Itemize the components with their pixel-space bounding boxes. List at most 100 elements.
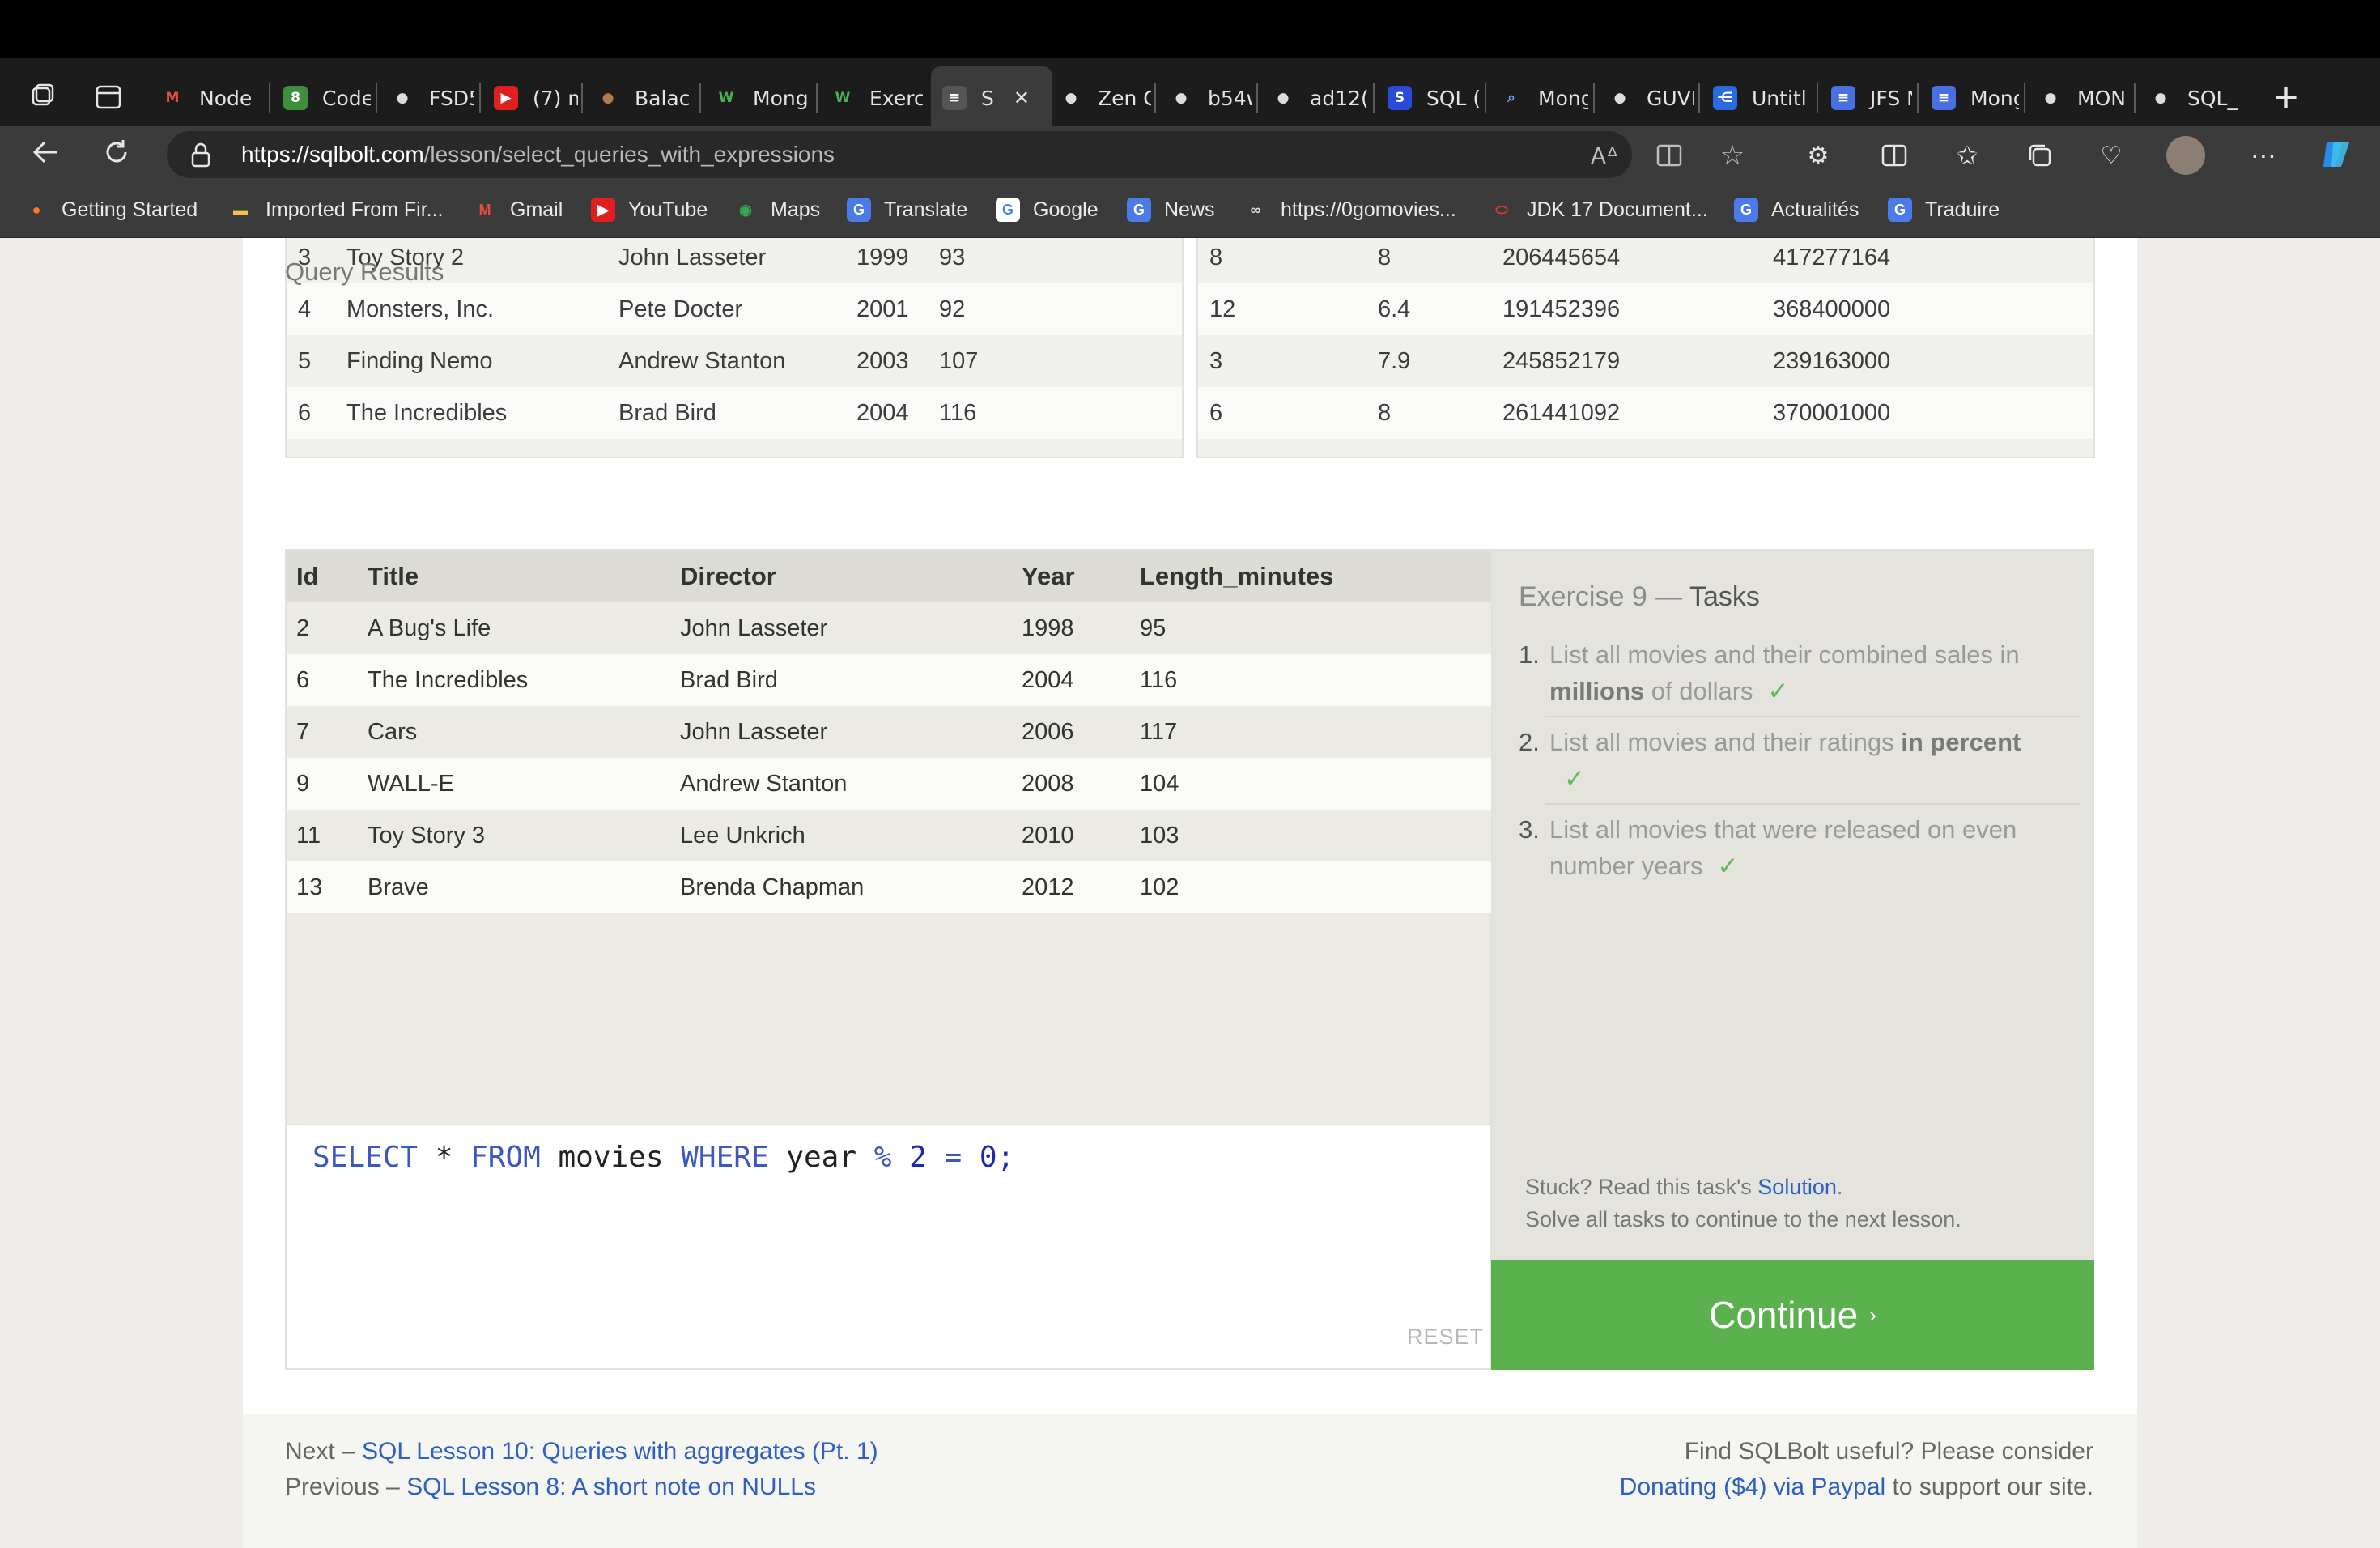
bookmark-item[interactable]: ▬ Imported From Fir... [228,189,443,230]
close-tab-icon[interactable]: ✕ [1014,87,1030,109]
tab-label: ad12( [1310,86,1368,110]
support-text: Find SQLBolt useful? Please consider [1685,1438,2093,1465]
table-cell: Brad Bird [607,387,845,439]
solution-link[interactable]: Solution [1757,1175,1837,1199]
tab[interactable]: ⌕ Mong [1488,66,1588,130]
favorites-icon[interactable]: ✩ [1949,138,1985,173]
bookmark-item[interactable]: ∞ https://0gomovies... [1243,189,1456,230]
tab-actions-icon[interactable] [91,79,126,115]
previous-lesson-link[interactable]: SQL Lesson 8: A short note on NULLs [406,1474,816,1500]
split-screen-icon[interactable] [1876,138,1912,173]
tab-separator [479,83,481,113]
new-tab-icon[interactable]: + [2268,79,2304,116]
browser-essentials-icon[interactable]: ♡ [2093,138,2129,173]
continue-button[interactable]: Continue › [1491,1260,2094,1370]
bookmark-item[interactable]: ◉ Maps [733,189,820,230]
tab[interactable]: W Mong [703,66,811,130]
table-cell: 11 [287,810,358,861]
table-cell: 6 [287,387,335,439]
table-cell: 9 [287,758,358,810]
table-row: 6 8 261441092 370001000 [1198,387,2093,439]
table-cell: 107 [928,335,1182,387]
tab[interactable]: ● ad12( [1260,66,1368,130]
tab[interactable]: ● MON [2027,66,2129,130]
tab[interactable]: ● b54w [1158,66,1252,130]
table-cell: 261441092 [1491,387,1762,439]
table-cell: 2010 [1012,810,1130,861]
boxoffice-table-frame[interactable]: 8 8 206445654 417277164 12 6.4 191452396 368400… [1196,238,2095,458]
table-cell: 6 [287,654,358,706]
lock-icon[interactable] [186,139,215,170]
bookmark-item[interactable]: ⬭ JDK 17 Document... [1490,189,1707,230]
column-header: Director [670,551,1012,602]
sql-query-text[interactable]: SELECT * FROM movies WHERE year % 2 = 0; [312,1135,1014,1180]
workspaces-icon[interactable] [24,79,60,115]
tab-label: b54w [1208,86,1252,110]
tab[interactable]: ● GUVI [1596,66,1694,130]
table-cell: 2001 [845,283,928,335]
table-cell: John Lasseter [607,238,845,283]
profile-avatar[interactable] [2166,136,2205,175]
tab[interactable]: ≡ Mong [1920,66,2019,130]
bookmark-item[interactable]: M Gmail [473,189,563,230]
tab-separator [1593,83,1595,113]
table-header-row: Id Title Director Year Length_minutes [287,551,1491,602]
back-icon[interactable] [28,134,63,170]
tab[interactable]: S SQL ( [1376,66,1480,130]
previous-lesson: Previous – SQL Lesson 8: A short note on… [285,1474,816,1501]
boxoffice-table: 8 8 206445654 417277164 12 6.4 191452396 368400… [1198,238,2093,457]
tab[interactable]: ≡ S ✕ [931,66,1052,130]
url-text[interactable]: https://sqlbolt.com/lesson/select_querie… [241,138,835,172]
extensions-icon[interactable]: ⚙ [1800,138,1836,173]
collections-icon[interactable] [2022,138,2058,173]
reset-button[interactable]: RESET [1407,1325,1484,1350]
copilot-icon[interactable] [2317,134,2357,175]
table-row-cut [1198,439,2093,457]
table-cell: 2006 [1012,706,1130,758]
column-header: Length_minutes [1130,551,1491,602]
tab-label: JFS N [1870,86,1912,110]
table-cell: 191452396 [1491,283,1762,335]
bookmark-item[interactable]: G News [1127,189,1215,230]
bookmark-item[interactable]: ▶ YouTube [591,189,708,230]
bookmark-item[interactable]: G Actualités [1734,189,1859,230]
tab[interactable]: ⋲ Untitl [1702,66,1812,130]
immersive-reader-icon[interactable] [1651,138,1687,173]
bookmark-label: Getting Started [62,198,198,221]
favorite-star-icon[interactable]: ☆ [1715,138,1750,173]
table-cell: Pete Docter [607,283,845,335]
tab[interactable]: ● Balac [584,66,695,130]
tab[interactable]: ▶ (7) m [482,66,578,130]
sqlbolt-icon: ≡ [942,86,967,110]
refresh-icon[interactable] [99,134,134,170]
bookmark-item[interactable]: G Traduire [1888,189,2000,230]
google-icon: G [996,198,1020,222]
table-cell [287,439,1182,457]
tab[interactable]: ● FSD5 [379,66,474,130]
table-cell: 7 [287,706,358,758]
tab-label: SQL ( [1426,86,1480,110]
tab[interactable]: ● Zen C [1048,66,1151,130]
table-cell: 2004 [845,387,928,439]
read-aloud-icon[interactable]: Aᐞ [1587,138,1622,173]
youtube-icon: ▶ [591,198,615,222]
bookmark-item[interactable]: ● Getting Started [24,189,198,230]
tab-label: Code [322,86,371,110]
tab[interactable]: M Node [149,66,256,130]
table-cell: Monsters, Inc. [335,283,607,335]
tab[interactable]: ● SQL_ [2137,66,2241,130]
tab[interactable]: W Exerc [819,66,923,130]
table-cell: 1999 [845,238,928,283]
settings-more-icon[interactable]: ⋯ [2246,138,2281,173]
table-cell: 116 [928,387,1182,439]
tab[interactable]: ≡ JFS N [1820,66,1912,130]
tab[interactable]: 8 Code [272,66,371,130]
donate-link[interactable]: Donating ($4) via Paypal [1620,1474,1886,1500]
bookmark-item[interactable]: G Google [996,189,1099,230]
bookmark-item[interactable]: G Translate [847,189,967,230]
next-lesson-link[interactable]: SQL Lesson 10: Queries with aggregates (… [362,1438,878,1465]
w3schools-icon: W [835,90,851,106]
